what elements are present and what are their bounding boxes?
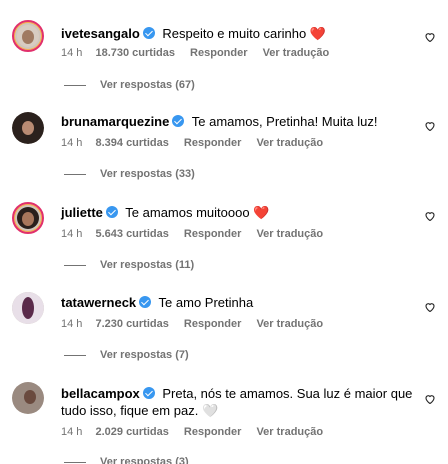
translate-button[interactable]: Ver tradução (256, 426, 323, 438)
comment-username[interactable]: bellacampox (61, 386, 140, 401)
comment-username[interactable]: juliette (61, 205, 103, 220)
reply-button[interactable]: Responder (184, 426, 241, 438)
avatar[interactable] (12, 112, 44, 144)
likes-count[interactable]: 5.643 curtidas (95, 228, 168, 240)
likes-count[interactable]: 2.029 curtidas (95, 426, 168, 438)
translate-button[interactable]: Ver tradução (256, 318, 323, 330)
comment-text: Te amamos muitoooo (125, 205, 250, 220)
verified-badge-icon (139, 296, 152, 308)
reply-button[interactable]: Responder (190, 47, 247, 59)
comment-time: 14 h (61, 137, 83, 149)
comment-time: 14 h (61, 426, 83, 438)
comment-time: 14 h (61, 228, 83, 240)
verified-badge-icon (142, 387, 155, 399)
likes-count[interactable]: 7.230 curtidas (95, 318, 168, 330)
avatar[interactable] (12, 20, 44, 52)
replies-divider (64, 173, 86, 175)
comment-meta: 14 h 18.730 curtidas Responder Ver tradu… (61, 46, 341, 60)
verified-badge-icon (105, 206, 118, 218)
replies-divider (64, 264, 86, 266)
view-replies-label: Ver respostas (67) (100, 79, 195, 91)
replies-divider (64, 461, 86, 463)
comment-time: 14 h (61, 318, 83, 330)
comment-text: Te amo Pretinha (158, 295, 254, 310)
comment-text-line-2: tudo isso, fique em paz. (61, 403, 199, 418)
reply-button[interactable]: Responder (184, 228, 241, 240)
comment-username[interactable]: brunamarquezine (61, 114, 169, 129)
likes-count[interactable]: 18.730 curtidas (95, 47, 175, 59)
avatar[interactable] (12, 382, 44, 414)
comment-text-line-1: Preta, nós te amamos. Sua luz é maior qu… (162, 386, 413, 401)
reply-button[interactable]: Responder (184, 137, 241, 149)
view-replies-label: Ver respostas (33) (100, 168, 195, 180)
heart-outline-icon[interactable] (424, 210, 436, 222)
view-replies-button[interactable]: Ver respostas (7) (64, 348, 189, 362)
reply-button[interactable]: Responder (184, 318, 241, 330)
heart-outline-icon[interactable] (424, 31, 436, 43)
heart-outline-icon[interactable] (424, 120, 436, 132)
verified-badge-icon (142, 27, 155, 39)
avatar[interactable] (12, 292, 44, 324)
view-replies-label: Ver respostas (7) (100, 349, 189, 361)
view-replies-label: Ver respostas (3) (100, 456, 189, 464)
comment-text: Respeito e muito carinho (162, 26, 307, 41)
comment-meta: 14 h 5.643 curtidas Responder Ver traduç… (61, 227, 335, 241)
comment-text: Te amamos, Pretinha! Muita luz! (191, 114, 378, 129)
verified-badge-icon (172, 115, 185, 127)
likes-count[interactable]: 8.394 curtidas (95, 137, 168, 149)
heart-emoji: ❤️ (309, 26, 327, 41)
view-replies-button[interactable]: Ver respostas (67) (64, 78, 195, 92)
white-heart-emoji: 🤍 (201, 403, 219, 418)
comment-meta: 14 h 7.230 curtidas Responder Ver traduç… (61, 317, 335, 331)
comment-username[interactable]: ivetesangalo (61, 26, 140, 41)
translate-button[interactable]: Ver tradução (263, 47, 330, 59)
replies-divider (64, 354, 86, 356)
translate-button[interactable]: Ver tradução (256, 228, 323, 240)
heart-outline-icon[interactable] (424, 301, 436, 313)
heart-emoji: ❤️ (253, 205, 270, 220)
view-replies-button[interactable]: Ver respostas (33) (64, 167, 195, 181)
view-replies-button[interactable]: Ver respostas (3) (64, 455, 189, 464)
heart-outline-icon[interactable] (424, 393, 436, 405)
translate-button[interactable]: Ver tradução (256, 137, 323, 149)
comment-username[interactable]: tatawerneck (61, 295, 136, 310)
comment-meta: 14 h 2.029 curtidas Responder Ver traduç… (61, 425, 335, 439)
comment-meta: 14 h 8.394 curtidas Responder Ver traduç… (61, 136, 335, 150)
view-replies-label: Ver respostas (11) (100, 259, 195, 271)
avatar[interactable] (12, 202, 44, 234)
view-replies-button[interactable]: Ver respostas (11) (64, 258, 194, 272)
comment-time: 14 h (61, 47, 83, 59)
replies-divider (64, 84, 86, 86)
